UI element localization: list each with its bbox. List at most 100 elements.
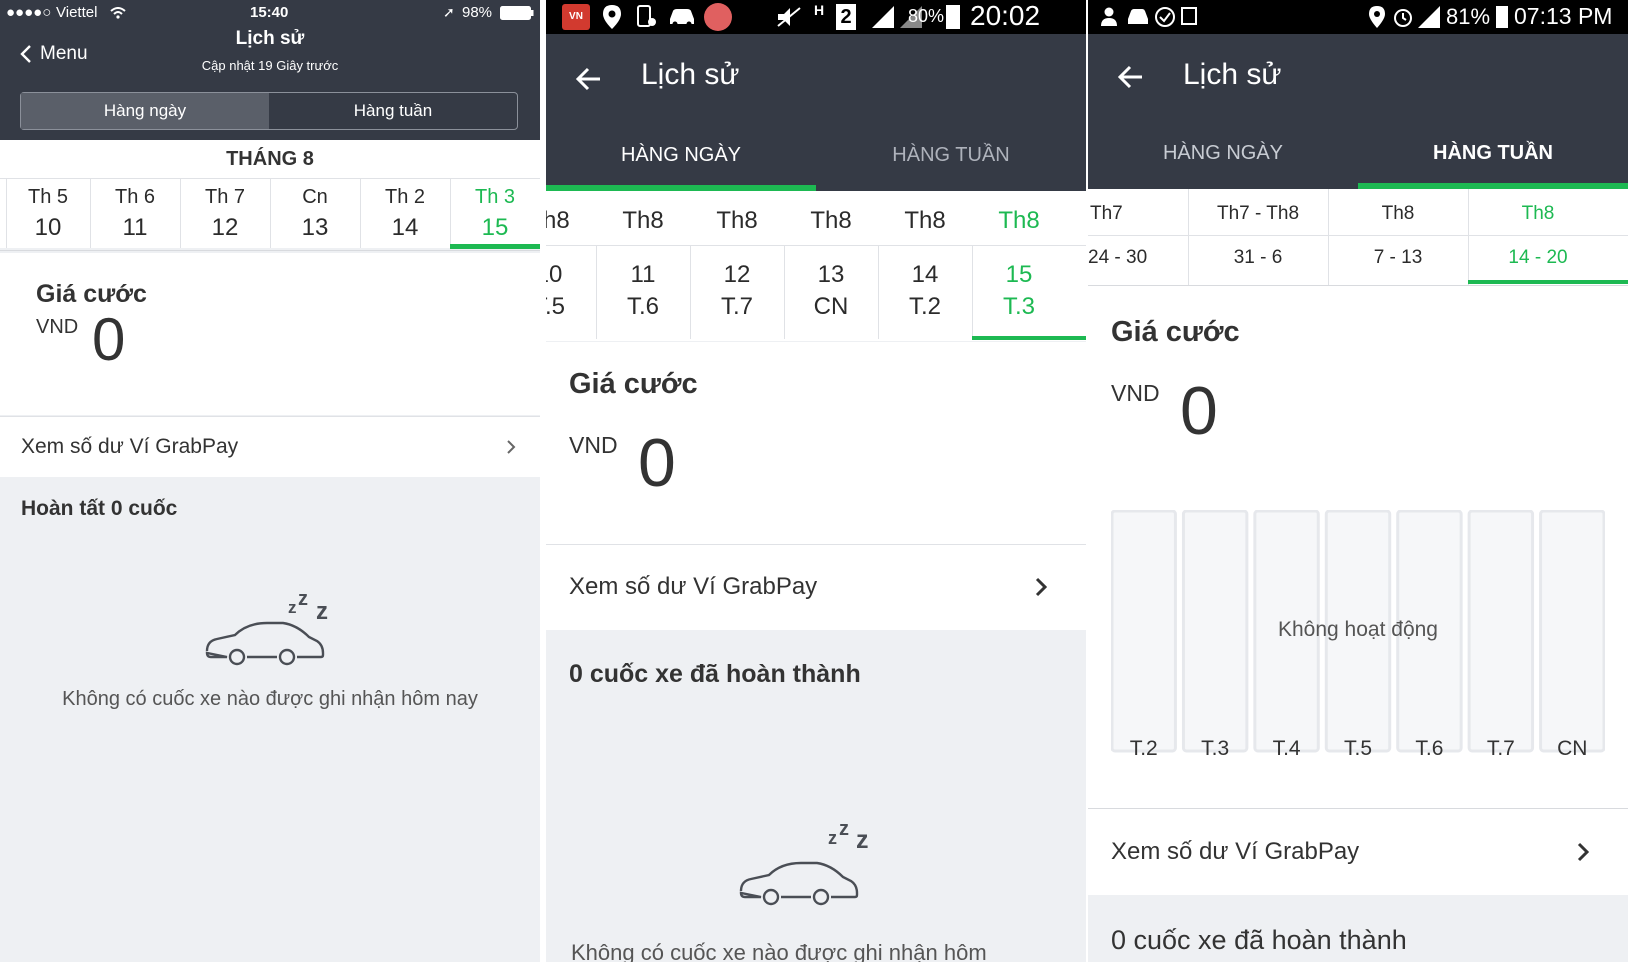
day-cell[interactable]: Th 5 10 <box>6 178 90 248</box>
day-date: 12 <box>211 214 239 241</box>
fare-label: Giá cước <box>36 280 147 308</box>
battery-percent: 81% <box>1446 4 1491 29</box>
day-cell[interactable]: Cn 13 <box>270 178 360 248</box>
day-date: 11 <box>630 261 656 288</box>
back-button[interactable] <box>1114 60 1148 94</box>
day-divider <box>270 178 271 248</box>
tab-daily[interactable]: HÀNG NGÀY <box>1088 142 1358 165</box>
fare-label: Giá cước <box>569 368 698 400</box>
arrow-left-icon <box>1117 65 1142 89</box>
update-subtitle: Cập nhật 19 Giây trước <box>201 58 339 73</box>
screen-icon <box>1180 6 1200 33</box>
fare-amount: 0 <box>638 425 676 501</box>
tab-weekly[interactable]: HÀNG TUẦN <box>816 144 1086 167</box>
day-cell[interactable]: Th 6 11 <box>90 178 180 248</box>
day-cell[interactable]: Th 7 12 <box>180 178 270 248</box>
network-type: H <box>814 2 825 18</box>
wifi-icon <box>110 6 126 24</box>
wallet-row[interactable]: Xem số dư Ví GrabPay <box>0 417 540 477</box>
day-cell[interactable]: Th8 14 T.2 <box>878 191 972 341</box>
day-divider <box>450 178 451 248</box>
location-pin-icon <box>602 4 622 35</box>
day-cell[interactable]: Th 3 15 <box>450 178 540 248</box>
app-bar <box>1088 34 1628 189</box>
location-arrow-icon: ➚ <box>443 4 455 20</box>
completed-count: Hoàn tất 0 cuốc <box>21 497 178 520</box>
day-cell[interactable]: Th8 11 T.6 <box>596 191 690 341</box>
segmented-control: Hàng ngày Hàng tuần <box>20 92 518 130</box>
alarm-icon <box>1392 6 1414 33</box>
car-icon <box>668 7 696 32</box>
lte-signal-icon <box>1418 6 1440 33</box>
day-weekday: T.3 <box>1002 293 1035 320</box>
day-divider <box>90 178 91 248</box>
segment-daily[interactable]: Hàng ngày <box>21 93 269 129</box>
fare-amount: 0 <box>1180 373 1218 449</box>
day-divider <box>180 178 181 248</box>
car-icon <box>1126 7 1150 32</box>
page-title: Lịch sử <box>1183 58 1282 91</box>
week-cell[interactable]: Th7 24 - 30 <box>1088 189 1188 285</box>
empty-message: Không có cuốc xe nào được ghi nhận hôm <box>571 940 987 962</box>
android-history-screen: VN H 2 80% 20:02 Lịch sử HÀNG NGÀY HÀNG … <box>546 0 1086 962</box>
day-date: 11 <box>122 214 148 241</box>
battery-percent: 98% <box>462 4 493 21</box>
selected-day-indicator <box>450 244 540 249</box>
day-divider <box>690 245 691 339</box>
day-divider <box>6 178 7 248</box>
zz-medium: z <box>839 818 849 840</box>
day-cell[interactable]: Th 2 14 <box>360 178 450 248</box>
week-divider <box>1328 189 1329 285</box>
week-cell[interactable]: Th8 7 - 13 <box>1328 189 1468 285</box>
segment-weekly[interactable]: Hàng tuần <box>269 93 517 129</box>
day-weekday: CN <box>813 293 849 320</box>
phone-settings-icon <box>636 5 658 34</box>
selected-day-indicator <box>972 336 1086 340</box>
day-month: Th8 <box>716 207 758 234</box>
wallet-link-label: Xem số dư Ví GrabPay <box>21 435 239 458</box>
day-month: Th8 <box>546 207 570 234</box>
ios-history-screen: ●●●●○ Viettel 15:40 ➚ 98% Menu Lịch sử C… <box>0 0 540 962</box>
chart-annotation: Không hoạt động <box>1278 618 1438 641</box>
check-circle-icon <box>1154 6 1176 33</box>
tab-weekly[interactable]: HÀNG TUẦN <box>1358 142 1628 165</box>
day-cell[interactable]: Th8 13 CN <box>784 191 878 341</box>
zz-large: z <box>316 598 328 625</box>
day-weekday: T.7 <box>720 293 753 320</box>
day-divider <box>972 245 973 339</box>
currency-label: VND <box>36 316 79 338</box>
day-month: Th8 <box>810 207 852 234</box>
week-cell[interactable]: Th7 - Th8 31 - 6 <box>1188 189 1328 285</box>
wallet-row[interactable]: Xem số dư Ví GrabPay <box>546 545 1086 630</box>
week-month: Th7 <box>1090 203 1123 224</box>
status-time: 15:40 <box>250 4 289 21</box>
zz-medium: z <box>298 588 308 610</box>
x-tick-label: T.5 <box>1344 737 1372 760</box>
location-pin-icon <box>1368 5 1386 34</box>
currency-label: VND <box>569 432 618 458</box>
battery-icon <box>1496 6 1508 28</box>
week-month: Th8 <box>1521 203 1555 224</box>
week-divider <box>1188 189 1189 285</box>
android-weekly-history-screen: 81% 07:13 PM Lịch sử HÀNG NGÀY HÀNG TUẦN… <box>1088 0 1628 962</box>
day-divider <box>878 245 879 339</box>
wallet-row[interactable]: Xem số dư Ví GrabPay <box>1088 810 1628 895</box>
tab-daily[interactable]: HÀNG NGÀY <box>546 144 816 167</box>
day-date: 14 <box>911 261 939 288</box>
status-time: 07:13 PM <box>1514 3 1613 29</box>
week-cell[interactable]: Th8 14 - 20 <box>1468 189 1608 285</box>
week-range: 14 - 20 <box>1508 247 1568 268</box>
day-divider <box>596 245 597 339</box>
day-weekday: Th 5 <box>27 186 69 208</box>
completed-count: 0 cuốc xe đã hoàn thành <box>1111 925 1407 955</box>
month-label: THÁNG 8 <box>226 148 314 170</box>
day-date: 15 <box>481 214 509 241</box>
app-notification-icon: VN <box>562 4 590 30</box>
back-button[interactable] <box>572 62 606 96</box>
zz-large: z <box>856 826 869 854</box>
day-cell[interactable]: Th8 12 T.7 <box>690 191 784 341</box>
day-weekday: Th 7 <box>204 186 246 208</box>
day-cell[interactable]: Th8 15 T.3 <box>972 191 1066 341</box>
battery-percent: 80% <box>908 6 945 26</box>
day-cell[interactable]: Th8 10 T.5 <box>546 191 596 341</box>
